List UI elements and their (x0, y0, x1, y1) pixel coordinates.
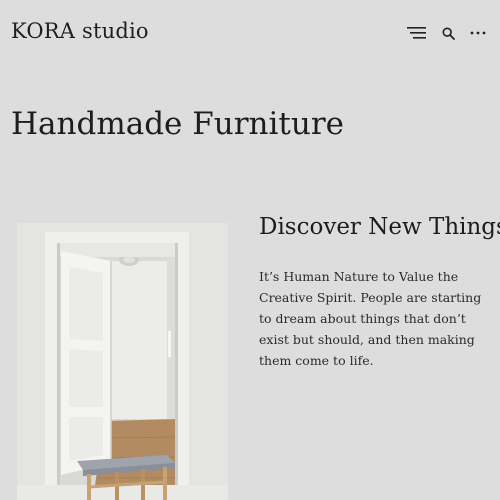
section-heading: Discover New Things (259, 214, 500, 240)
menu-icon[interactable] (407, 26, 427, 40)
page-title: Handmade Furniture (11, 106, 345, 142)
section-body-text: It’s Human Nature to Value the Creative … (259, 269, 482, 368)
site-title-link[interactable]: KORA studio (11, 19, 149, 43)
search-icon[interactable] (442, 26, 455, 40)
header-actions (407, 22, 486, 44)
more-icon[interactable] (470, 31, 486, 35)
site-header: KORA studio (0, 0, 500, 64)
furniture-photo (17, 223, 228, 500)
